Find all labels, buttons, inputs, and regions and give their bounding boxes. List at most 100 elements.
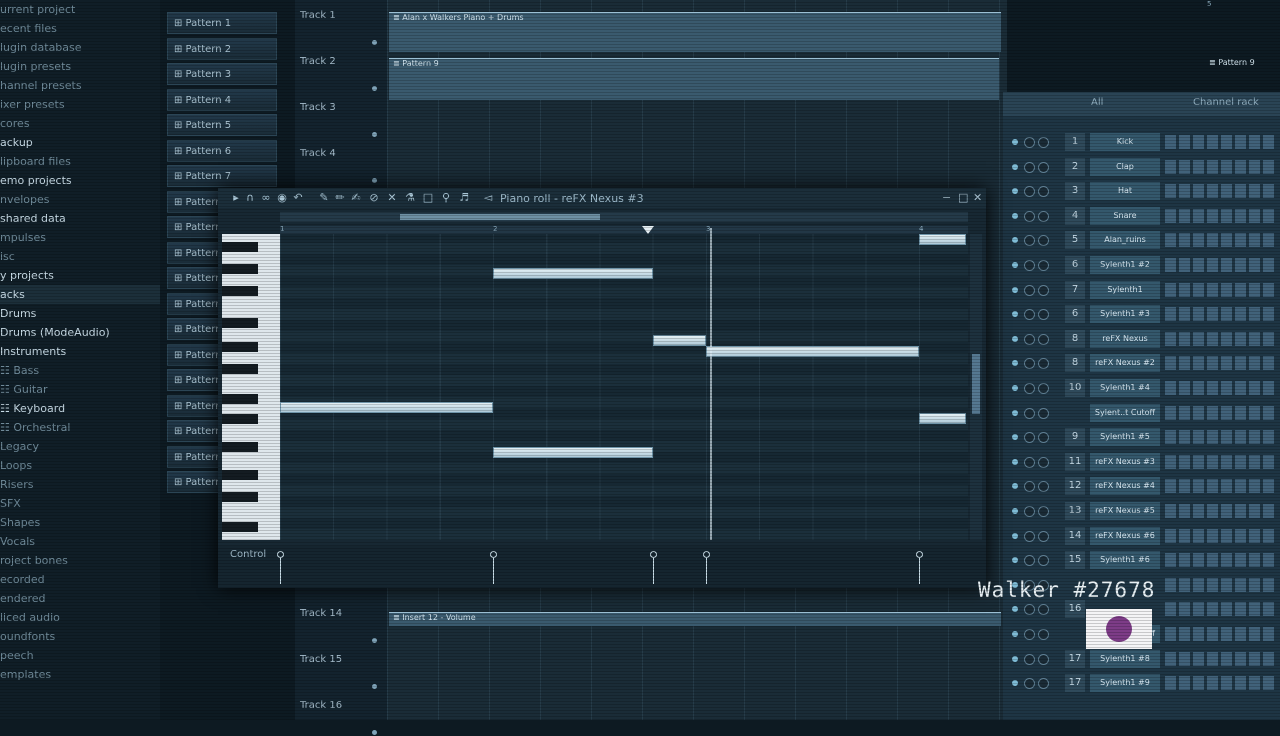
mixer-track-number[interactable]: 14 — [1065, 526, 1085, 545]
volume-knob-icon[interactable] — [1038, 358, 1049, 370]
browser-item[interactable]: shared data — [0, 209, 66, 228]
channel-row[interactable]: 6 Sylenth1 #3 — [1008, 305, 1280, 325]
channel-led-icon[interactable] — [1012, 409, 1018, 416]
channel-led-icon[interactable] — [1012, 139, 1018, 145]
piano-roll-ruler[interactable]: 1234 — [280, 225, 968, 234]
channel-led-icon[interactable] — [1012, 212, 1018, 219]
browser-item[interactable]: roject bones — [0, 551, 68, 570]
pattern-item[interactable]: ⊞ Pattern 5 — [167, 114, 277, 136]
playlist-track-header[interactable]: Track 2 — [295, 46, 385, 92]
mixer-track-number[interactable]: 1 — [1065, 133, 1085, 151]
slice-icon[interactable]: ⚗ — [404, 192, 416, 204]
channel-led-icon[interactable] — [1012, 360, 1018, 367]
velocity-stem[interactable] — [916, 551, 923, 584]
pan-knob-icon[interactable] — [1024, 235, 1035, 247]
step-sequencer[interactable] — [1165, 307, 1277, 322]
pan-knob-icon[interactable] — [1024, 530, 1035, 542]
channel-name-button[interactable]: Sylenth1 #9 — [1090, 674, 1160, 693]
speaker-icon[interactable]: ♬ — [458, 192, 470, 204]
vertical-scrollbar[interactable] — [970, 234, 982, 540]
mixer-track-number[interactable]: 5 — [1065, 231, 1085, 250]
black-key[interactable] — [222, 394, 258, 404]
channel-row[interactable]: 15 Sylenth1 #6 — [1008, 551, 1280, 571]
channel-name-button[interactable]: Alan_ruins — [1090, 231, 1160, 250]
close-button[interactable]: ✕ — [973, 191, 982, 204]
mixer-track-number[interactable]: 17 — [1065, 674, 1085, 693]
channel-name-button[interactable]: Kick — [1090, 133, 1160, 151]
mixer-track-number[interactable]: 4 — [1065, 206, 1085, 225]
track-led-icon[interactable] — [372, 638, 377, 643]
volume-knob-icon[interactable] — [1038, 284, 1049, 296]
mixer-track-number[interactable]: 12 — [1065, 477, 1085, 496]
mixer-track-number[interactable]: 6 — [1065, 256, 1085, 274]
step-sequencer[interactable] — [1165, 258, 1277, 272]
black-key[interactable] — [222, 470, 258, 480]
channel-name-button[interactable]: Sylenth1 #2 — [1090, 256, 1160, 274]
note[interactable] — [493, 446, 653, 458]
channel-row[interactable]: 10 Sylenth1 #4 — [1008, 379, 1280, 399]
mixer-track-number[interactable]: 8 — [1065, 329, 1085, 348]
pan-knob-icon[interactable] — [1024, 309, 1035, 321]
velocity-stem[interactable] — [703, 551, 710, 584]
channel-led-icon[interactable] — [1012, 335, 1018, 342]
channel-row[interactable]: 13 reFX Nexus #5 — [1008, 502, 1280, 522]
step-sequencer[interactable] — [1165, 479, 1277, 494]
velocity-stem[interactable] — [490, 551, 497, 584]
channel-name-button[interactable]: Sylenth1 #5 — [1090, 428, 1160, 447]
step-sequencer[interactable] — [1165, 381, 1277, 395]
channel-name-button[interactable]: reFX Nexus #3 — [1090, 452, 1160, 471]
step-sequencer[interactable] — [1165, 135, 1277, 149]
step-sequencer[interactable] — [1165, 282, 1277, 297]
channel-led-icon[interactable] — [1012, 483, 1018, 490]
track-led-icon[interactable] — [372, 40, 377, 45]
browser-item[interactable]: endered — [0, 589, 46, 608]
browser-item[interactable]: Drums (ModeAudio) — [0, 323, 110, 342]
step-sequencer[interactable] — [1165, 528, 1277, 543]
volume-knob-icon[interactable] — [1038, 653, 1049, 665]
browser-item[interactable]: lugin presets — [0, 57, 71, 76]
channel-led-icon[interactable] — [1012, 385, 1018, 391]
browser-item[interactable]: lipboard files — [0, 152, 71, 171]
channel-name-button[interactable]: reFX Nexus #6 — [1090, 526, 1160, 545]
mixer-track-number[interactable]: 9 — [1065, 428, 1085, 447]
black-key[interactable] — [222, 342, 258, 352]
channel-row[interactable]: 5 Alan_ruins — [1008, 231, 1280, 251]
step-sequencer[interactable] — [1165, 676, 1277, 691]
browser-item[interactable]: ☷ Keyboard — [0, 399, 65, 418]
channel-name-button[interactable]: reFX Nexus #4 — [1090, 477, 1160, 496]
pan-knob-icon[interactable] — [1024, 383, 1035, 394]
volume-knob-icon[interactable] — [1038, 481, 1049, 493]
channel-led-icon[interactable] — [1012, 286, 1018, 293]
channel-led-icon[interactable] — [1012, 262, 1018, 268]
channel-led-icon[interactable] — [1012, 532, 1018, 539]
event-editor[interactable]: Control — [218, 546, 986, 588]
browser-item[interactable]: cores — [0, 114, 30, 133]
channel-name-button[interactable]: reFX Nexus #2 — [1090, 354, 1160, 373]
browser-item[interactable]: ☷ Orchestral — [0, 418, 70, 437]
step-sequencer[interactable] — [1165, 430, 1277, 445]
browser-item[interactable]: ecent files — [0, 19, 57, 38]
pan-knob-icon[interactable] — [1024, 407, 1035, 419]
note-grid[interactable] — [280, 234, 968, 540]
black-key[interactable] — [222, 286, 258, 296]
browser-item[interactable]: Shapes — [0, 513, 40, 532]
browser-item[interactable]: peech — [0, 646, 34, 665]
volume-knob-icon[interactable] — [1038, 383, 1049, 394]
volume-knob-icon[interactable] — [1038, 210, 1049, 222]
browser-item[interactable]: liced audio — [0, 608, 60, 627]
channel-led-icon[interactable] — [1012, 458, 1018, 465]
channel-name-button[interactable]: Sylenth1 #4 — [1090, 379, 1160, 397]
volume-knob-icon[interactable] — [1038, 678, 1049, 690]
browser-item[interactable]: lugin database — [0, 38, 82, 57]
browser-item[interactable]: ☷ Bass — [0, 361, 39, 380]
browser-item[interactable]: Risers — [0, 475, 33, 494]
mixer-track-number[interactable]: 8 — [1065, 354, 1085, 373]
channel-row[interactable]: Sylent..t Cutoff — [1008, 403, 1280, 424]
note[interactable] — [919, 413, 966, 425]
channel-name-button[interactable]: reFX Nexus #5 — [1090, 502, 1160, 520]
magnet-icon[interactable]: ∩ — [244, 192, 256, 204]
channel-row[interactable]: 9 Sylenth1 #5 — [1008, 428, 1280, 448]
browser-item[interactable]: ackup — [0, 133, 33, 152]
channel-name-button[interactable]: Sylenth1 #8 — [1090, 649, 1160, 668]
minimize-button[interactable]: − — [942, 191, 951, 204]
